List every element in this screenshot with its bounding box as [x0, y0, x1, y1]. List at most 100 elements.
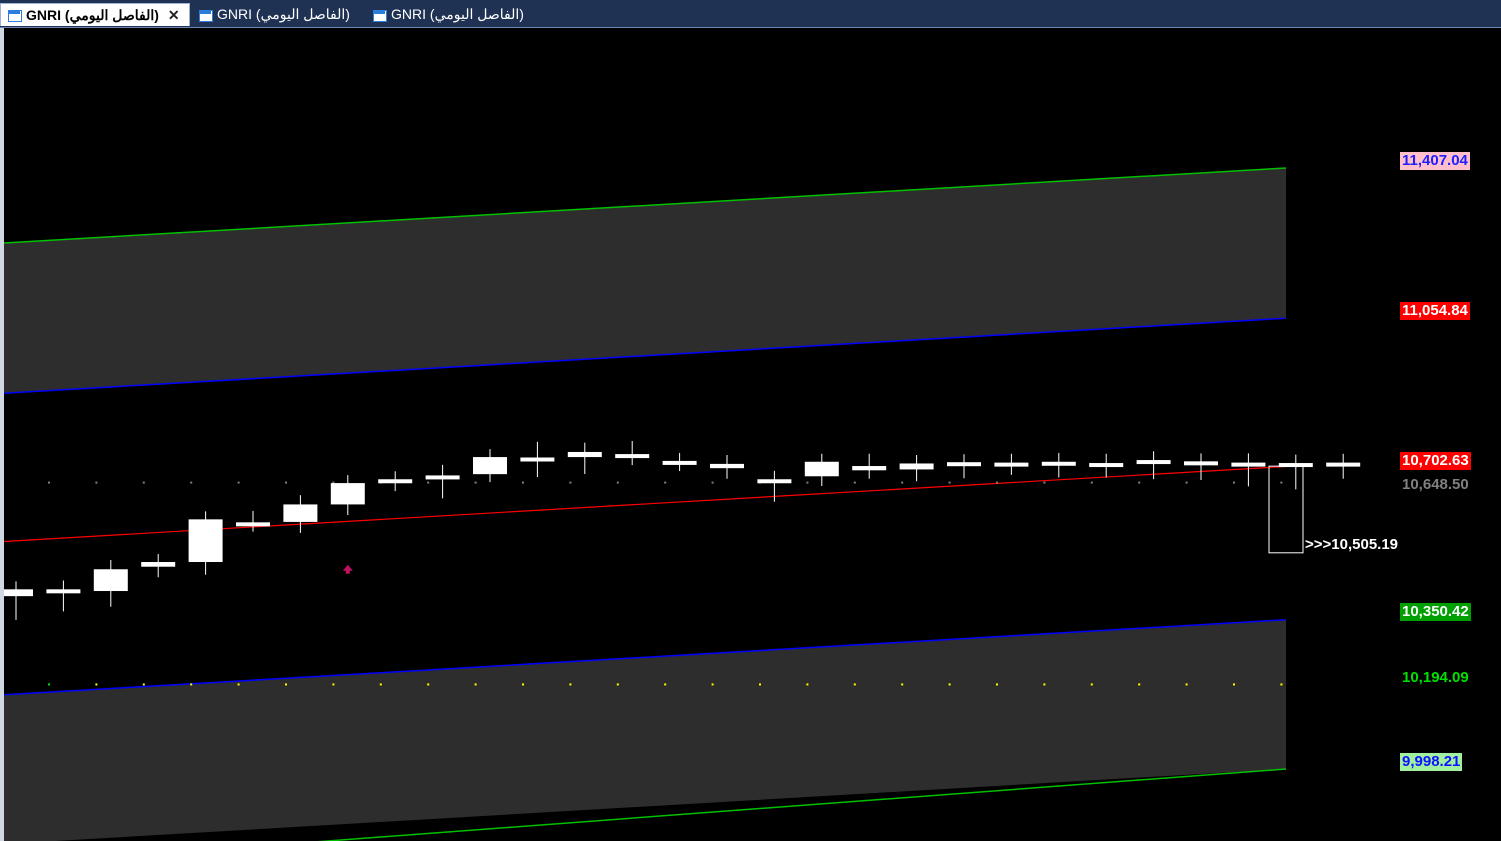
- level-label-lower-inner: 10,350.42: [1400, 602, 1471, 621]
- lower-dot-marker: [427, 683, 430, 686]
- tab-gnri-daily-1[interactable]: GNRI (الفاصل اليومي) ✕: [0, 3, 190, 26]
- candle-body: [283, 504, 318, 522]
- upper-dot-marker: [95, 481, 98, 484]
- candle-body: [1136, 460, 1171, 465]
- level-label-prev-close: 10,648.50: [1400, 475, 1471, 494]
- upper-dot-marker: [285, 481, 287, 484]
- upper-dot-marker: [616, 481, 619, 484]
- level-label-lower-outer: 9,998.21: [1400, 753, 1463, 771]
- candle-body: [473, 457, 507, 475]
- candle-body: [188, 519, 223, 563]
- tab-label: GNRI (الفاصل اليومي): [26, 6, 159, 23]
- upper-dot-marker: [948, 481, 951, 484]
- lower-dot-marker: [1138, 683, 1141, 686]
- upper-dot-marker: [1280, 481, 1283, 484]
- lower-dot-marker: [1043, 683, 1046, 686]
- candle-body: [378, 479, 413, 484]
- upper-dot-marker: [190, 481, 193, 484]
- candle-body: [46, 589, 81, 594]
- tab-gnri-daily-2[interactable]: GNRI (الفاصل اليومي): [192, 3, 364, 26]
- lower-dot-marker: [996, 683, 998, 686]
- last-price-pointer: >>>10,505.19: [1305, 535, 1399, 553]
- upper-dot-marker: [996, 481, 998, 484]
- candle-body: [236, 522, 270, 527]
- lower-dot-marker: [48, 683, 50, 686]
- candle-body: [994, 462, 1029, 467]
- candle-body: [93, 569, 128, 592]
- chart-area[interactable]: [4, 28, 1501, 841]
- tab-bar: GNRI (الفاصل اليومي) ✕ GNRI (الفاصل اليو…: [0, 0, 1501, 28]
- upper-dot-marker: [711, 481, 714, 484]
- lower-dot-marker: [853, 683, 856, 686]
- upper-dot-marker: [569, 481, 572, 484]
- upper-dot-marker: [474, 481, 477, 484]
- lower-dot-marker: [806, 683, 809, 686]
- tab-label: GNRI (الفاصل اليومي): [217, 6, 350, 22]
- lower-dot-marker: [711, 683, 714, 686]
- upper-dot-marker: [664, 481, 667, 484]
- price-chart[interactable]: [4, 28, 1501, 841]
- close-icon[interactable]: ✕: [168, 7, 180, 24]
- upper-dot-marker: [853, 481, 856, 484]
- candle-body: [1231, 462, 1266, 467]
- upper-dot-marker: [1138, 481, 1141, 484]
- upper-dot-marker: [1233, 481, 1235, 484]
- upper-dot-marker: [806, 481, 809, 484]
- lower-dot-marker: [142, 683, 145, 686]
- candle-body: [1041, 461, 1076, 466]
- candle-body: [615, 454, 650, 459]
- lower-dot-marker: [901, 683, 904, 686]
- upper-dot-marker: [142, 481, 145, 484]
- candle-body: [757, 479, 792, 484]
- candle-body: [330, 483, 365, 505]
- lower-dot-marker: [569, 683, 572, 686]
- lower-dot-marker: [522, 683, 524, 686]
- upper-band: [4, 168, 1286, 394]
- lower-dot-marker: [1233, 683, 1235, 686]
- candle-body: [710, 463, 744, 469]
- candle-body: [1089, 463, 1124, 468]
- chart-file-icon: [198, 8, 213, 22]
- upper-dot-marker: [48, 481, 50, 484]
- upper-dot-marker: [522, 481, 524, 484]
- candle-body: [947, 462, 981, 467]
- lower-dot-marker: [1090, 683, 1093, 686]
- level-label-lower-dots: 10,194.09: [1400, 669, 1471, 688]
- lower-dot-marker: [1280, 683, 1283, 686]
- candle-body: [804, 461, 839, 477]
- signal-arrow-icon: [342, 564, 353, 574]
- lower-dot-marker: [664, 683, 667, 686]
- upper-dot-marker: [237, 481, 240, 484]
- level-label-upper-inner: 11,054.84: [1400, 302, 1470, 321]
- lower-dot-marker: [285, 683, 287, 686]
- lower-dot-marker: [237, 683, 240, 686]
- candle-body: [1184, 461, 1218, 466]
- lower-dot-marker: [616, 683, 619, 686]
- level-label-middle: 10,702.63: [1400, 452, 1471, 471]
- upper-dot-marker: [901, 481, 904, 484]
- candle-body: [662, 460, 697, 465]
- candle-body: [4, 589, 33, 597]
- lower-band: [4, 619, 1286, 841]
- upper-dot-marker: [1090, 481, 1093, 484]
- last-candle-body: [1268, 465, 1304, 554]
- lower-dot-marker: [95, 683, 98, 686]
- candle-body: [425, 475, 460, 480]
- upper-dot-marker: [1043, 481, 1046, 484]
- lower-dot-marker: [474, 683, 477, 686]
- tab-gnri-daily-3[interactable]: GNRI (الفاصل اليومي): [366, 3, 538, 26]
- lower-dot-marker: [332, 683, 335, 686]
- candle-body: [852, 466, 887, 471]
- chart-file-icon: [372, 8, 387, 22]
- lower-dot-marker: [379, 683, 382, 686]
- tab-label: GNRI (الفاصل اليومي): [391, 6, 524, 22]
- candle-body: [567, 451, 602, 458]
- lower-dot-marker: [190, 683, 193, 686]
- level-label-upper-outer: 11,407.04: [1400, 152, 1470, 170]
- upper-dot-marker: [1185, 481, 1188, 484]
- lower-dot-marker: [759, 683, 761, 686]
- lower-dot-marker: [948, 683, 951, 686]
- chart-file-icon: [7, 8, 22, 22]
- candle-body: [520, 457, 555, 462]
- candle-body: [1326, 462, 1361, 467]
